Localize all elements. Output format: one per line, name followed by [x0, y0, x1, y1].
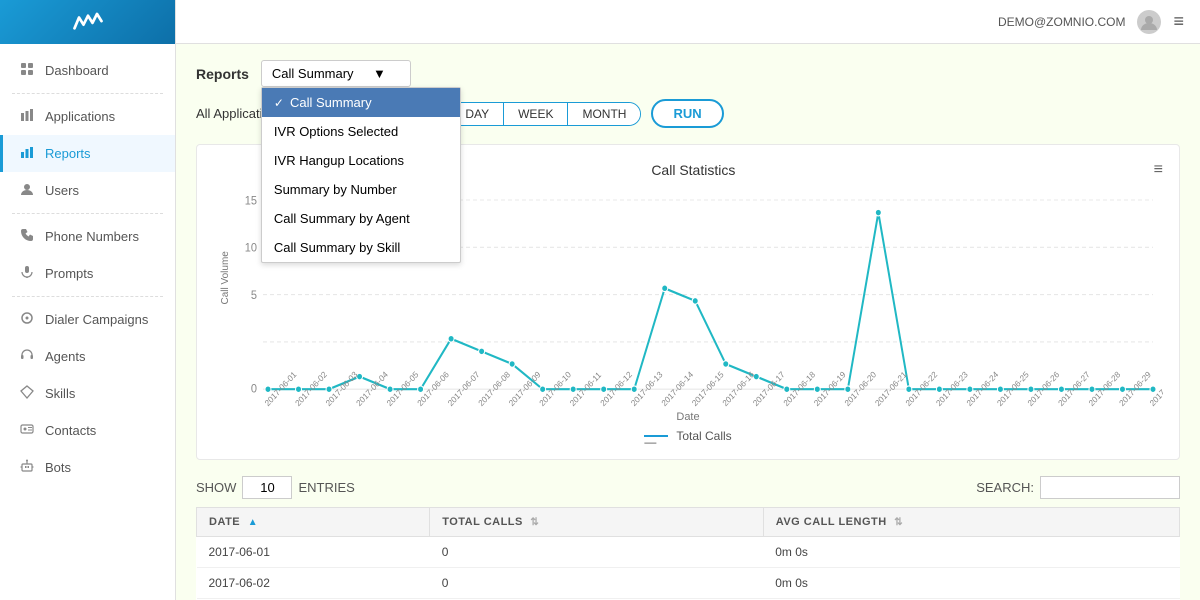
svg-text:2017-06-16: 2017-06-16 [720, 369, 756, 408]
cell-total-calls: 0 [430, 537, 764, 568]
dropdown-item-summary-number[interactable]: Summary by Number [262, 175, 460, 204]
checkmark-icon: ✓ [274, 96, 284, 110]
main-area: DEMO@ZOMNIO.COM ≡ Reports Call Summary ▼… [176, 0, 1200, 600]
sidebar-item-label: Skills [45, 386, 75, 401]
sidebar-item-label: Contacts [45, 423, 96, 438]
svg-text:2017-06-08: 2017-06-08 [476, 369, 512, 408]
sidebar-item-prompts[interactable]: Prompts [0, 255, 175, 292]
cell-total-calls: 0 [430, 568, 764, 599]
sidebar-item-label: Phone Numbers [45, 229, 139, 244]
search-row: SEARCH: [976, 476, 1180, 499]
sidebar-item-dashboard[interactable]: Dashboard [0, 52, 175, 89]
month-button[interactable]: MONTH [568, 103, 640, 125]
report-type-menu: ✓ Call Summary IVR Options Selected IVR … [261, 87, 461, 263]
show-entries: SHOW 10 ENTRIES [196, 476, 355, 499]
run-button[interactable]: RUN [651, 99, 723, 128]
entries-input[interactable]: 10 [242, 476, 292, 499]
cell-date: 2017-06-02 [197, 568, 430, 599]
dial-icon [19, 311, 35, 328]
avatar [1137, 10, 1161, 34]
col-total-calls[interactable]: TOTAL CALLS ⇅ [430, 508, 764, 537]
legend-total-calls: Total Calls [676, 429, 731, 443]
cell-avg-call-length: 0m 0s [763, 537, 1179, 568]
sidebar-item-label: Dialer Campaigns [45, 312, 148, 327]
id-card-icon [19, 422, 35, 439]
mic-icon [19, 265, 35, 282]
chart-bar-icon [19, 108, 35, 125]
dropdown-item-summary-agent[interactable]: Call Summary by Agent [262, 204, 460, 233]
diamond-icon [19, 385, 35, 402]
sidebar-item-dialer-campaigns[interactable]: Dialer Campaigns [0, 301, 175, 338]
dropdown-item-ivr-hangup[interactable]: IVR Hangup Locations [262, 146, 460, 175]
table-row: 2017-06-02 0 0m 0s [197, 568, 1180, 599]
selected-report-label: Call Summary [272, 66, 354, 81]
dropdown-arrow-icon: ▼ [373, 66, 386, 81]
sidebar-item-reports[interactable]: Reports [0, 135, 175, 172]
reports-row: Reports Call Summary ▼ ✓ Call Summary IV… [196, 60, 1180, 87]
entries-label: ENTRIES [298, 480, 354, 495]
report-type-dropdown[interactable]: Call Summary ▼ [261, 60, 411, 87]
sidebar-item-label: Reports [45, 146, 91, 161]
sidebar-item-label: Applications [45, 109, 115, 124]
dropdown-item-summary-skill[interactable]: Call Summary by Skill [262, 233, 460, 262]
sort-icon: ⇅ [530, 517, 539, 528]
table-controls: SHOW 10 ENTRIES SEARCH: [196, 476, 1180, 499]
sidebar-item-applications[interactable]: Applications [0, 98, 175, 135]
reports-section-label: Reports [196, 66, 249, 82]
logo [0, 0, 175, 44]
svg-text:5: 5 [251, 290, 257, 303]
sidebar-item-agents[interactable]: Agents [0, 338, 175, 375]
headset-icon [19, 348, 35, 365]
sidebar-item-label: Agents [45, 349, 85, 364]
search-input[interactable] [1040, 476, 1180, 499]
sidebar-item-contacts[interactable]: Contacts [0, 412, 175, 449]
nav-menu: Dashboard Applications Reports Users [0, 44, 175, 600]
sidebar-item-skills[interactable]: Skills [0, 375, 175, 412]
svg-text:2017-06-21: 2017-06-21 [873, 369, 909, 408]
report-type-dropdown-wrapper: Call Summary ▼ ✓ Call Summary IVR Option… [261, 60, 411, 87]
sidebar-item-label: Dashboard [45, 63, 109, 78]
search-label: SEARCH: [976, 480, 1034, 495]
sort-icon: ⇅ [894, 517, 903, 528]
week-button[interactable]: WEEK [504, 103, 568, 125]
table-row: 2017-06-01 0 0m 0s [197, 537, 1180, 568]
sidebar-item-label: Users [45, 183, 79, 198]
header: DEMO@ZOMNIO.COM ≡ [176, 0, 1200, 44]
svg-text:2017-06-14: 2017-06-14 [659, 369, 695, 408]
dropdown-item-ivr-options[interactable]: IVR Options Selected [262, 117, 460, 146]
cell-date: 2017-06-01 [197, 537, 430, 568]
content-area: Reports Call Summary ▼ ✓ Call Summary IV… [176, 44, 1200, 600]
user-icon [19, 182, 35, 199]
col-date[interactable]: DATE ▲ [197, 508, 430, 537]
y-axis-label: Call Volume [220, 251, 231, 304]
svg-text:10: 10 [245, 242, 257, 255]
x-axis-label: Date [213, 411, 1163, 423]
dropdown-item-call-summary[interactable]: ✓ Call Summary [262, 88, 460, 117]
sort-up-icon: ▲ [248, 517, 258, 528]
time-range-buttons: DAY WEEK MONTH [450, 102, 641, 126]
sidebar-item-label: Prompts [45, 266, 93, 281]
grid-icon [19, 62, 35, 79]
svg-text:15: 15 [245, 195, 257, 208]
sidebar-item-bots[interactable]: Bots [0, 449, 175, 486]
show-label: SHOW [196, 480, 236, 495]
sidebar-item-phone-numbers[interactable]: Phone Numbers [0, 218, 175, 255]
chart-menu-icon[interactable]: ≡ [1154, 161, 1163, 179]
sidebar-item-users[interactable]: Users [0, 172, 175, 209]
svg-text:0: 0 [251, 383, 257, 396]
bar-chart-icon [19, 145, 35, 162]
robot-icon [19, 459, 35, 476]
user-email: DEMO@ZOMNIO.COM [998, 15, 1126, 29]
legend-line-icon: — [644, 435, 668, 437]
sidebar-item-label: Bots [45, 460, 71, 475]
cell-avg-call-length: 0m 0s [763, 568, 1179, 599]
svg-text:2017-06-07: 2017-06-07 [446, 369, 482, 408]
sidebar: Dashboard Applications Reports Users [0, 0, 176, 600]
svg-text:2017-06-15: 2017-06-15 [690, 369, 726, 408]
phone-icon [19, 228, 35, 245]
col-avg-call-length[interactable]: AVG CALL LENGTH ⇅ [763, 508, 1179, 537]
hamburger-menu-icon[interactable]: ≡ [1173, 11, 1184, 32]
data-table: DATE ▲ TOTAL CALLS ⇅ AVG CALL LENGTH ⇅ 2… [196, 507, 1180, 600]
chart-legend: — Total Calls [213, 429, 1163, 443]
